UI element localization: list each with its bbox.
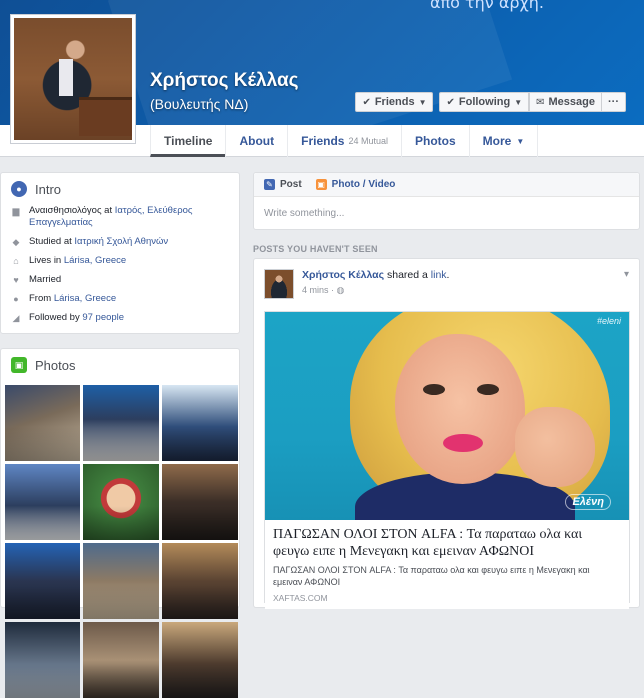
intro-item-text: Followed by	[29, 312, 83, 323]
chevron-down-icon: ▼	[516, 136, 525, 146]
friends-button[interactable]: ✔ Friends ▼	[355, 92, 434, 112]
composer-tab-photo[interactable]: ▣ Photo / Video	[315, 179, 396, 190]
composer-tab-label: Post	[280, 179, 302, 190]
post-action-text: shared a	[384, 269, 431, 281]
status-input[interactable]: Write something...	[254, 197, 639, 230]
photos-icon: ▣	[11, 357, 27, 373]
profile-name[interactable]: Χρήστος Κέλλας	[150, 70, 299, 92]
message-icon: ✉	[536, 96, 545, 108]
link-preview-description: ΠΑΓΩΣΑΝ ΟΛΟΙ ΣΤΟΝ ALFA : Τα παραταω ολα …	[273, 565, 590, 587]
home-icon: ⌂	[13, 256, 19, 266]
tab-label: Friends	[301, 134, 345, 148]
composer-tab-label: Photo / Video	[331, 179, 396, 190]
post-options-chevron-icon[interactable]: ▾	[624, 269, 629, 280]
message-button-label: Message	[548, 96, 595, 108]
tab-timeline[interactable]: Timeline	[150, 125, 226, 157]
link-preview-image[interactable]: #eleni Ελένη	[265, 312, 629, 520]
post-composer: ✎ Post ▣ Photo / Video Write something..…	[253, 172, 640, 230]
followers-link[interactable]: 97 people	[82, 312, 124, 323]
image-channel-logo: Ελένη	[565, 494, 611, 510]
profile-picture[interactable]	[10, 14, 136, 144]
intro-item-relationship: ♥ Married	[11, 274, 229, 286]
link-preview[interactable]: #eleni Ελένη ΠΑΓΩΣΑΝ ΟΛΟΙ ΣΤΟΝ ALFA : Τα…	[264, 311, 630, 609]
checkmark-icon: ✔	[362, 96, 371, 108]
briefcase-icon: ▆	[12, 206, 20, 216]
globe-icon: ●	[11, 181, 27, 197]
tab-label: Timeline	[164, 134, 213, 148]
rss-icon: ◢	[12, 313, 20, 323]
graduation-cap-icon: ◆	[12, 237, 20, 247]
post-timestamp[interactable]: 4 mins	[302, 285, 329, 295]
photo-thumbnail[interactable]	[162, 622, 238, 698]
photo-thumbnail[interactable]	[162, 385, 238, 461]
camera-icon: ▣	[315, 179, 327, 190]
following-button-label: Following	[458, 96, 511, 108]
chevron-down-icon: ▼	[418, 97, 427, 107]
intro-item-text: Studied at	[29, 236, 75, 247]
profile-actions: ✔ Friends ▼ ✔ Following ▼ ✉ Message ···	[355, 92, 626, 112]
intro-item-education: ◆ Studied at Ιατρική Σχολή Αθηνών	[11, 236, 229, 248]
intro-item-text: Lives in	[29, 255, 64, 266]
chevron-down-icon: ▼	[514, 97, 523, 107]
globe-icon: ◍	[336, 285, 345, 295]
image-hashtag: #eleni	[596, 316, 621, 326]
photo-thumbnail[interactable]	[5, 464, 80, 540]
hometown-link[interactable]: Lárisa, Greece	[54, 293, 116, 304]
intro-item-text: From	[29, 293, 54, 304]
checkmark-icon: ✔	[446, 96, 455, 108]
current-city-link[interactable]: Lárisa, Greece	[64, 255, 126, 266]
feed-section-label: POSTS YOU HAVEN'T SEEN	[253, 244, 378, 254]
composer-tab-post[interactable]: ✎ Post	[264, 179, 302, 190]
following-button[interactable]: ✔ Following ▼	[439, 92, 530, 112]
intro-title: Intro	[35, 181, 62, 197]
mutual-friends-count: 24 Mutual	[348, 136, 388, 146]
intro-item-work: ▆ Αναισθησιολόγος at Ιατρός, Ελεύθερος Ε…	[11, 205, 229, 229]
link-preview-title[interactable]: ΠΑΓΩΣΑΝ ΟΛΟΙ ΣΤΟΝ ALFA : Τα παραταω ολα …	[273, 526, 621, 560]
post-action-punctuation: .	[446, 269, 450, 281]
photo-thumbnail[interactable]	[83, 543, 159, 619]
photo-thumbnail[interactable]	[83, 385, 159, 461]
photo-thumbnail[interactable]	[5, 385, 80, 461]
tab-label: Photos	[415, 134, 456, 148]
photo-thumbnail[interactable]	[83, 464, 159, 540]
tab-label: More	[482, 134, 512, 148]
photo-thumbnail[interactable]	[162, 464, 238, 540]
tab-about[interactable]: About	[225, 125, 287, 157]
photo-grid	[5, 385, 238, 698]
intro-item-text: Married	[29, 274, 62, 285]
post-author-link[interactable]: Χρήστος Κέλλας	[302, 269, 384, 281]
tab-more[interactable]: More ▼	[468, 125, 539, 157]
photos-title[interactable]: Photos	[35, 358, 75, 373]
pencil-icon: ✎	[264, 179, 275, 190]
avatar[interactable]	[264, 269, 294, 299]
feed-post: Χρήστος Κέλλας shared a link. 4 mins · ◍…	[253, 258, 640, 609]
intro-card: ● Intro ▆ Αναισθησιολόγος at Ιατρός, Ελε…	[0, 172, 240, 334]
tab-photos[interactable]: Photos	[401, 125, 469, 157]
photo-thumbnail[interactable]	[162, 543, 238, 619]
photo-thumbnail[interactable]	[5, 543, 80, 619]
intro-item-residence: ⌂ Lives in Lárisa, Greece	[11, 255, 229, 267]
more-options-label: ···	[608, 96, 619, 108]
post-object-link[interactable]: link	[431, 269, 447, 281]
photo-thumbnail[interactable]	[5, 622, 80, 698]
location-pin-icon: ●	[13, 294, 19, 304]
follow-message-group: ✔ Following ▼ ✉ Message ···	[439, 92, 626, 112]
friends-button-label: Friends	[374, 96, 415, 108]
photos-card: ▣ Photos	[0, 348, 240, 698]
intro-item-text: Αναισθησιολόγος at	[29, 205, 115, 216]
profile-subtitle: (Βουλευτής ΝΔ)	[150, 96, 249, 112]
intro-item-followers: ◢ Followed by 97 people	[11, 312, 229, 324]
message-button[interactable]: ✉ Message	[529, 92, 602, 112]
photo-thumbnail[interactable]	[83, 622, 159, 698]
tab-label: About	[239, 134, 275, 148]
school-link[interactable]: Ιατρική Σχολή Αθηνών	[74, 236, 168, 247]
heart-icon: ♥	[13, 275, 19, 285]
tab-friends[interactable]: Friends 24 Mutual	[287, 125, 401, 157]
more-options-button[interactable]: ···	[602, 92, 626, 112]
intro-item-hometown: ● From Lárisa, Greece	[11, 293, 229, 305]
cover-caption: απο την αρχη.	[429, 0, 544, 12]
